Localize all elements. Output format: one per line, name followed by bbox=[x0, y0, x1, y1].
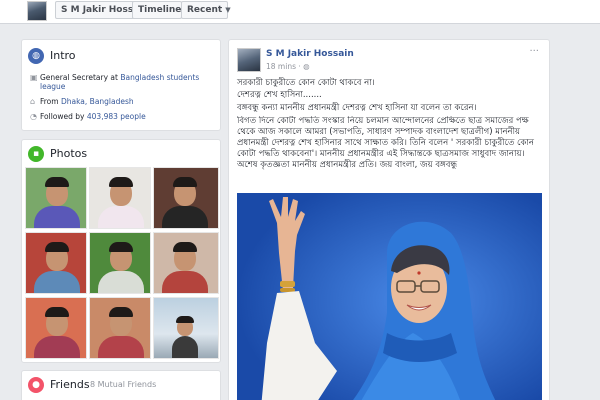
from-link[interactable]: Dhaka, Bangladesh bbox=[61, 97, 134, 106]
post-time[interactable]: 18 mins bbox=[266, 62, 296, 71]
photo-thumbnail[interactable] bbox=[89, 167, 151, 229]
photo-icon: ▪ bbox=[28, 146, 44, 162]
post-text-line: সরকারী চাকুরীতে কোন কোটা থাকবে না। bbox=[237, 78, 375, 88]
intro-card: ◍ Intro ▣ General Secretary at Bangladesh… bbox=[21, 39, 221, 131]
intro-followers-row: ◔ Followed by 403,983 people bbox=[30, 112, 210, 121]
intro-from-row: ⌂ From Dhaka, Bangladesh bbox=[30, 97, 210, 106]
timeline-dropdown[interactable]: Timeline▼ bbox=[132, 1, 190, 19]
post-timestamp[interactable]: 18 mins · ◍ bbox=[266, 62, 310, 71]
photo-thumbnail[interactable] bbox=[153, 167, 219, 229]
followers-prefix: Followed by bbox=[40, 112, 87, 121]
friends-title[interactable]: Friends bbox=[50, 378, 90, 391]
photo-thumbnail[interactable] bbox=[25, 232, 87, 294]
briefcase-icon: ▣ bbox=[30, 73, 38, 82]
job-prefix: General Secretary at bbox=[40, 73, 121, 82]
avatar[interactable] bbox=[237, 48, 261, 72]
profile-thumbnail[interactable] bbox=[27, 1, 47, 21]
photo-thumbnail[interactable] bbox=[89, 297, 151, 359]
photo-thumbnail[interactable] bbox=[25, 297, 87, 359]
mutual-friends-count[interactable]: 8 Mutual Friends bbox=[90, 380, 156, 389]
photo-thumbnail[interactable] bbox=[153, 297, 219, 359]
public-globe-icon: · ◍ bbox=[298, 62, 310, 71]
photo-thumbnail[interactable] bbox=[153, 232, 219, 294]
from-prefix: From bbox=[40, 97, 61, 106]
photos-card: ▪ Photos bbox=[21, 139, 221, 363]
post-author[interactable]: S M Jakir Hossain bbox=[266, 49, 354, 59]
recent-label: Recent bbox=[187, 5, 223, 15]
post-photo-illustration bbox=[237, 193, 542, 400]
photos-title: Photos bbox=[50, 147, 88, 160]
post-text-line: বঙ্গবন্ধু কন্যা মাননীয় প্রধানমন্ত্রী দে… bbox=[237, 103, 477, 113]
intro-job-row: ▣ General Secretary at Bangladesh student… bbox=[30, 73, 210, 91]
friends-icon: ● bbox=[28, 377, 44, 393]
timeline-label: Timeline bbox=[138, 5, 182, 15]
rss-icon: ◔ bbox=[30, 112, 37, 121]
photo-thumbnail[interactable] bbox=[25, 167, 87, 229]
friends-card: ● Friends 8 Mutual Friends bbox=[21, 370, 221, 400]
intro-title: Intro bbox=[50, 49, 76, 62]
recent-dropdown[interactable]: Recent ▼ bbox=[181, 1, 231, 19]
home-icon: ⌂ bbox=[30, 97, 36, 106]
globe-icon: ◍ bbox=[28, 48, 44, 64]
photo-thumbnail[interactable] bbox=[89, 232, 151, 294]
post-text-body: বিগত দিনে কোটা পদ্ধতি সংস্কার নিয়ে চলমা… bbox=[237, 116, 534, 170]
chevron-down-icon: ▼ bbox=[225, 6, 231, 14]
post-text-line: দেশরত্ন শেখ হাসিনা....... bbox=[237, 90, 322, 100]
post-photo[interactable] bbox=[237, 193, 542, 400]
more-options-icon[interactable]: ··· bbox=[529, 46, 539, 57]
followers-link[interactable]: 403,983 people bbox=[87, 112, 146, 121]
timeline-post: S M Jakir Hossain 18 mins · ◍ ··· সরকারী… bbox=[228, 39, 550, 400]
profile-cover-bar: S M Jakir Hossain Timeline▼ Recent▼ bbox=[0, 0, 600, 24]
